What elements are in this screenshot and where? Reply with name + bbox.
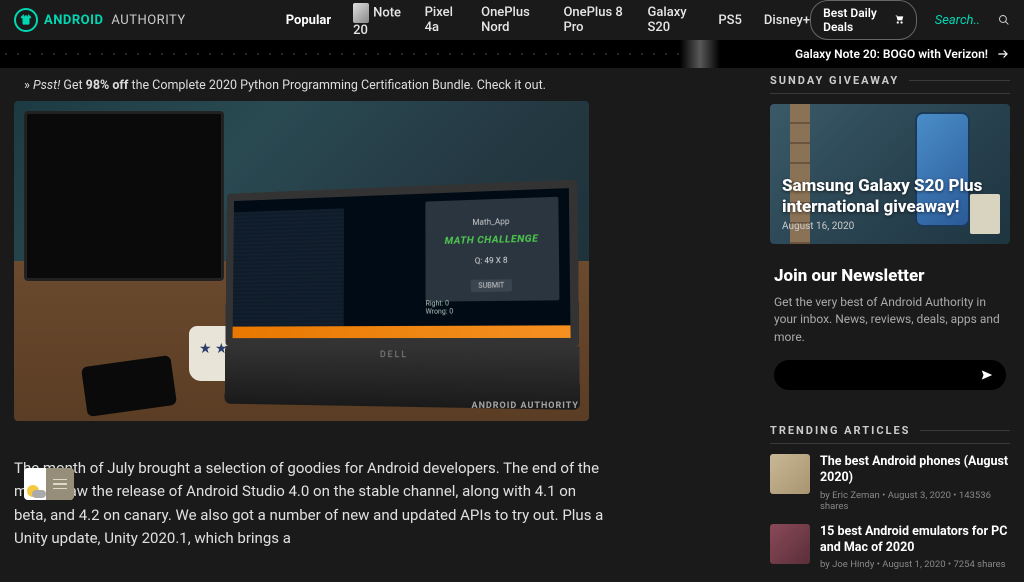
article-main: » Psst! Get 98% off the Complete 2020 Py… — [14, 68, 604, 582]
header-right: Best Daily Deals Search.. — [810, 0, 1010, 40]
trending-section-header: TRENDING ARTICLES — [770, 418, 1010, 444]
ide-app-name: Math_App — [429, 215, 554, 228]
trending-meta: by Joe Hindy • August 1, 2020 • 7254 sha… — [820, 559, 1010, 570]
ticker-decoration — [0, 50, 680, 58]
search-input[interactable]: Search.. — [935, 13, 980, 28]
giveaway-card[interactable]: Samsung Galaxy S20 Plus international gi… — [770, 104, 1010, 244]
site-logo[interactable]: ANDROID AUTHORITY — [14, 8, 186, 32]
nav-pixel4a[interactable]: Pixel 4a — [425, 5, 460, 35]
nav-ps5[interactable]: PS5 — [718, 13, 742, 28]
logo-text-primary: ANDROID — [44, 13, 103, 28]
arrow-right-icon — [996, 47, 1010, 61]
nav-disney[interactable]: Disney+ — [764, 13, 810, 28]
nav-oneplus-nord[interactable]: OnePlus Nord — [481, 5, 541, 35]
trending-thumb — [770, 524, 810, 564]
laptop-brand: DELL — [380, 350, 408, 360]
site-header: ANDROID AUTHORITY Popular Note 20 Pixel … — [0, 0, 1024, 40]
ide-question: Q: 49 X 8 — [429, 255, 554, 267]
article-paragraph: The month of July brought a selection of… — [14, 457, 604, 550]
ticker-headline: Galaxy Note 20: BOGO with Verizon! — [795, 47, 988, 61]
giveaway-section-header: SUNDAY GIVEAWAY — [770, 68, 1010, 94]
note20-thumb-icon — [353, 3, 369, 23]
trending-item[interactable]: The best Android phones (August 2020) by… — [770, 454, 1010, 512]
newsletter-email-input[interactable] — [774, 360, 968, 390]
promo-marker: » — [24, 78, 30, 93]
newsletter-block: Join our Newsletter Get the very best of… — [770, 266, 1010, 390]
weather-icon — [24, 468, 46, 500]
newsletter-description: Get the very best of Android Authority i… — [774, 294, 1006, 346]
trending-thumb — [770, 454, 810, 494]
trending-title: The best Android phones (August 2020) — [820, 454, 1010, 487]
nav-galaxy-s20[interactable]: Galaxy S20 — [648, 5, 697, 35]
cart-icon — [894, 14, 904, 26]
promo-pre: Get — [60, 78, 85, 93]
search-icon[interactable] — [998, 12, 1010, 28]
nav-note20[interactable]: Note 20 — [353, 3, 403, 38]
ticker-fade — [680, 40, 720, 68]
send-icon — [980, 368, 994, 382]
android-logo-icon — [14, 8, 38, 32]
promo-post: the Complete 2020 Python Programming Cer… — [128, 78, 546, 93]
promo-psst: Psst! — [33, 78, 60, 93]
article-hero-image: 2:14 Math_App MATH CHALLENGE Q: 49 X 8 S… — [14, 101, 589, 421]
trending-item[interactable]: 15 best Android emulators for PC and Mac… — [770, 524, 1010, 571]
news-ticker[interactable]: Galaxy Note 20: BOGO with Verizon! — [0, 40, 1024, 68]
giveaway-title: Samsung Galaxy S20 Plus international gi… — [782, 176, 998, 217]
ide-wrong-count: Wrong: 0 — [426, 307, 560, 316]
deals-label: Best Daily Deals — [823, 6, 886, 34]
newsletter-title: Join our Newsletter — [774, 266, 1006, 286]
newsletter-submit-button[interactable] — [968, 360, 1006, 390]
best-deals-button[interactable]: Best Daily Deals — [810, 0, 917, 40]
ide-challenge-title: MATH CHALLENGE — [429, 233, 554, 247]
sidebar: SUNDAY GIVEAWAY Samsung Galaxy S20 Plus … — [770, 68, 1010, 582]
menu-icon — [46, 468, 74, 500]
trending-title: 15 best Android emulators for PC and Mac… — [820, 524, 1010, 557]
promo-banner[interactable]: » Psst! Get 98% off the Complete 2020 Py… — [24, 78, 604, 93]
trending-section: TRENDING ARTICLES The best Android phone… — [770, 418, 1010, 570]
weather-widget[interactable] — [24, 468, 74, 500]
trending-meta: by Eric Zeman • August 3, 2020 • 143536 … — [820, 490, 1010, 512]
giveaway-date: August 16, 2020 — [782, 221, 998, 232]
logo-text-secondary: AUTHORITY — [111, 13, 185, 28]
promo-discount: 98% off — [86, 78, 129, 93]
nav-oneplus-8pro[interactable]: OnePlus 8 Pro — [563, 5, 625, 35]
nav-popular[interactable]: Popular — [286, 13, 331, 28]
ide-submit-button: SUBMIT — [471, 279, 512, 292]
primary-nav: Popular Note 20 Pixel 4a OnePlus Nord On… — [286, 3, 810, 38]
image-watermark: ANDROID AUTHORITY — [472, 401, 579, 411]
